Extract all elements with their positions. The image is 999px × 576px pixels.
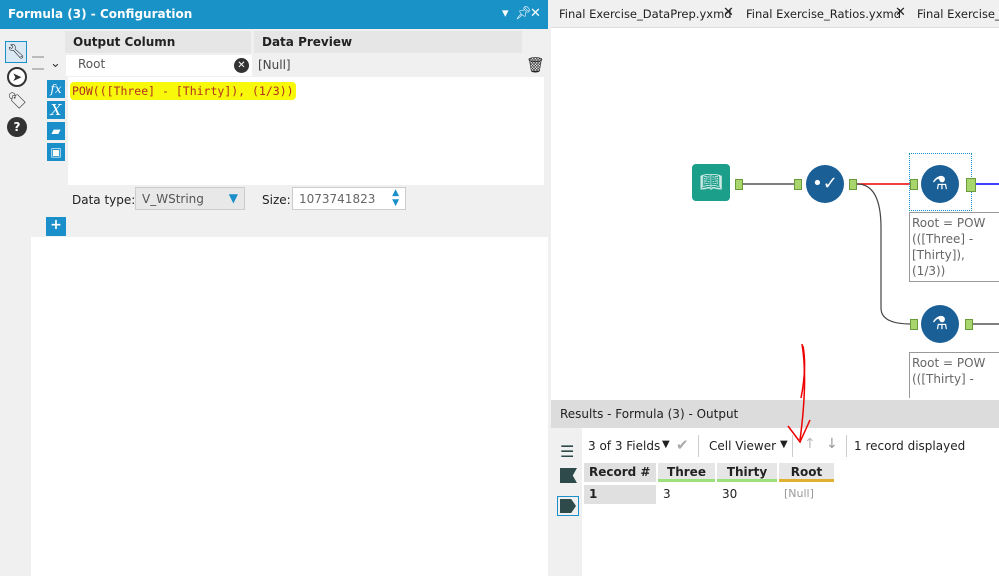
output-anchor[interactable] — [735, 179, 743, 190]
config-title-bar: Formula (3) - Configuration — [0, 0, 548, 29]
annotation-line: (([Three] - — [912, 232, 974, 246]
dropdown-icon[interactable]: ▾ — [502, 6, 509, 21]
wrench-icon[interactable]: 🔧︎ — [5, 41, 27, 63]
dropdown-icon[interactable]: ▼ — [662, 439, 670, 450]
expression-text[interactable]: POW(([Three] - [Thirty]), (1/3)) — [70, 82, 296, 100]
results-header: Results - Formula (3) - Output — [551, 400, 999, 428]
workflow-tabs: Final Exercise_DataPrep.yxmd ✕ Final Exe… — [551, 0, 999, 28]
close-icon[interactable]: ✕ — [530, 6, 541, 21]
output-anchor[interactable] — [965, 319, 973, 330]
tab-ratios[interactable]: Final Exercise_Ratios.yxmd — [746, 7, 901, 21]
list-icon[interactable]: ☰ — [560, 442, 574, 461]
config-sidebar: 🔧︎ ➤ 🏷︎ ? — [0, 29, 31, 576]
collapse-chevron-icon[interactable]: ⌄ — [50, 56, 61, 71]
column-header-three[interactable]: Three — [658, 463, 715, 482]
input-anchor[interactable] — [794, 179, 802, 190]
close-tab-icon[interactable]: ✕ — [895, 5, 906, 20]
formula-annotation: Root = POW (([Thirty] - — [909, 352, 999, 398]
clear-icon[interactable]: ✕ — [234, 58, 249, 73]
formula-annotation: Root = POW (([Three] - [Thirty]), (1/3)) — [909, 212, 999, 282]
input-anchor-icon[interactable] — [560, 468, 577, 483]
annotation-line: Root = POW — [912, 356, 986, 370]
cell-viewer-selector[interactable]: Cell Viewer — [709, 439, 776, 453]
data-preview-header: Data Preview — [254, 31, 522, 53]
output-column-input[interactable]: Root — [66, 55, 252, 76]
formula-tool-icon[interactable]: ⚗︎ — [921, 305, 959, 343]
table-cell[interactable]: 3 — [658, 485, 715, 504]
annotation-line: (([Thirty] - — [912, 372, 974, 386]
data-preview-value: [Null] — [258, 58, 291, 72]
annotation-line: [Thirty]), (1/3)) — [912, 248, 965, 278]
table-cell-null[interactable]: [Null] — [779, 485, 834, 504]
help-icon[interactable]: ? — [7, 117, 27, 137]
size-value: 1073741823 — [299, 192, 376, 206]
formula-tool-icon[interactable]: ⚗︎ — [921, 165, 959, 203]
tab-a[interactable]: Final Exercise_A — [917, 7, 999, 21]
output-column-header: Output Column — [65, 31, 251, 53]
input-anchor[interactable] — [910, 179, 918, 190]
column-header-thirty[interactable]: Thirty — [717, 463, 777, 482]
data-type-label: Data type: — [72, 193, 136, 207]
expression-editor[interactable]: POW(([Three] - [Thirty]), (1/3)) — [68, 77, 544, 185]
trash-icon[interactable]: 🗑︎ — [526, 56, 545, 74]
dropdown-arrow-icon: ▼ — [228, 191, 238, 205]
column-header-root[interactable]: Root — [779, 463, 834, 482]
size-stepper-icon[interactable]: ▲ ▼ — [392, 188, 399, 208]
select-tool-icon[interactable]: •✓ — [806, 165, 844, 203]
annotation-line: Root = POW — [912, 216, 986, 230]
config-title: Formula (3) - Configuration — [8, 7, 193, 21]
results-title: Results - Formula (3) - Output — [560, 407, 739, 421]
input-anchor[interactable] — [910, 319, 918, 330]
output-anchor-icon[interactable] — [560, 499, 576, 513]
compass-icon[interactable]: ➤ — [7, 67, 27, 87]
workflow-canvas[interactable]: 📖︎ •✓ ⚗︎ Root = POW (([Three] - [Thirty]… — [551, 28, 999, 398]
size-input[interactable]: 1073741823 ▲ ▼ — [292, 187, 406, 210]
fields-selector[interactable]: 3 of 3 Fields — [588, 439, 660, 453]
open-folder-icon[interactable]: ▰ — [47, 122, 65, 140]
record-number-cell[interactable]: 1 — [584, 485, 656, 504]
arrow-down-icon[interactable]: ↓ — [826, 436, 838, 452]
column-header-record[interactable]: Record # — [584, 463, 656, 482]
variable-icon[interactable]: X — [47, 101, 65, 119]
configuration-panel: Formula (3) - Configuration ▾ 📌︎ ✕ 🔧︎ ➤ … — [0, 0, 548, 576]
red-arrow-annotation — [787, 343, 811, 444]
tag-icon[interactable]: 🏷︎ — [7, 91, 27, 110]
input-data-tool-icon[interactable]: 📖︎ — [692, 164, 730, 201]
drag-handle[interactable] — [32, 56, 44, 70]
output-column-value: Root — [78, 57, 106, 71]
table-cell[interactable]: 30 — [717, 485, 777, 504]
data-type-select[interactable]: V_WString ▼ — [135, 187, 245, 210]
tab-dataprep[interactable]: Final Exercise_DataPrep.yxmd — [559, 7, 732, 21]
add-formula-button[interactable]: + — [46, 217, 66, 236]
size-label: Size: — [262, 193, 291, 207]
data-type-value: V_WString — [142, 192, 204, 206]
fx-icon[interactable]: fx — [47, 80, 65, 98]
results-sidebar: ☰ — [551, 428, 582, 576]
output-anchor[interactable] — [966, 178, 976, 192]
save-icon[interactable]: ▣ — [47, 143, 65, 161]
record-count: 1 record displayed — [854, 439, 966, 453]
checkmark-icon[interactable]: ✔ — [676, 436, 689, 454]
output-anchor[interactable] — [849, 179, 857, 190]
close-tab-icon[interactable]: ✕ — [723, 5, 734, 20]
